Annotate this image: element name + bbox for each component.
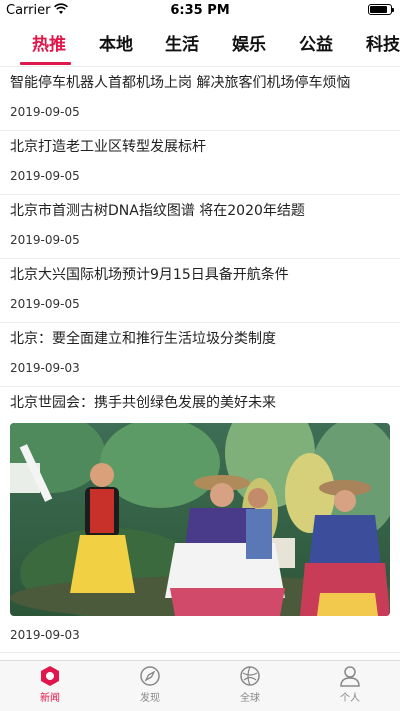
battery-icon: [368, 4, 394, 15]
tab-local[interactable]: 本地: [99, 30, 133, 55]
nav-profile-label: 个人: [340, 693, 360, 704]
status-bar: Carrier 6:35 PM: [0, 0, 400, 20]
nav-discover[interactable]: 发现: [120, 665, 180, 704]
news-icon: [41, 666, 59, 686]
tab-hot[interactable]: 热推: [32, 30, 66, 55]
person-icon: [340, 666, 360, 687]
news-date: 2019-09-03: [10, 628, 80, 642]
nav-news[interactable]: 新闻: [20, 665, 80, 704]
compass-icon: [140, 666, 160, 686]
nav-global[interactable]: 全球: [220, 665, 280, 704]
news-date: 2019-09-05: [10, 105, 80, 119]
category-tabs: 热推 本地 生活 娱乐 公益 科技: [0, 22, 400, 67]
news-title: 北京世园会：携手共创绿色发展的美好未来: [10, 395, 276, 411]
news-title: 北京市首测古树DNA指纹图谱 将在2020年结题: [10, 203, 305, 219]
news-item[interactable]: 北京：要全面建立和推行生活垃圾分类制度 2019-09-03: [0, 323, 400, 387]
nav-discover-label: 发现: [140, 693, 160, 704]
clock: 6:35 PM: [170, 3, 230, 18]
news-list: 智能停车机器人首都机场上岗 解决旅客们机场停车烦恼 2019-09-05 北京打…: [0, 67, 400, 653]
news-item[interactable]: 北京市首测古树DNA指纹图谱 将在2020年结题 2019-09-05: [0, 195, 400, 259]
news-title: 智能停车机器人首都机场上岗 解决旅客们机场停车烦恼: [10, 75, 351, 91]
news-item[interactable]: 北京世园会：携手共创绿色发展的美好未来 2019-09-03: [0, 387, 400, 653]
nav-news-label: 新闻: [40, 693, 60, 704]
news-item[interactable]: 智能停车机器人首都机场上岗 解决旅客们机场停车烦恼 2019-09-05: [0, 67, 400, 131]
tab-indicator: [20, 62, 71, 65]
news-date: 2019-09-05: [10, 297, 80, 311]
bottom-nav: 新闻 发现 全球 个人: [0, 660, 400, 711]
news-item[interactable]: 北京打造老工业区转型发展标杆 2019-09-05: [0, 131, 400, 195]
news-title: 北京：要全面建立和推行生活垃圾分类制度: [10, 331, 276, 347]
globe-icon: [240, 666, 260, 686]
tab-tech[interactable]: 科技: [366, 30, 400, 55]
news-date: 2019-09-05: [10, 233, 80, 247]
news-date: 2019-09-05: [10, 169, 80, 183]
news-title: 北京大兴国际机场预计9月15日具备开航条件: [10, 267, 289, 283]
news-date: 2019-09-03: [10, 361, 80, 375]
nav-global-label: 全球: [240, 693, 260, 704]
nav-profile[interactable]: 个人: [320, 665, 380, 704]
news-title: 北京打造老工业区转型发展标杆: [10, 139, 206, 155]
news-image[interactable]: [10, 423, 390, 616]
news-item[interactable]: 北京大兴国际机场预计9月15日具备开航条件 2019-09-05: [0, 259, 400, 323]
tab-charity[interactable]: 公益: [299, 30, 333, 55]
tab-entertainment[interactable]: 娱乐: [232, 30, 266, 55]
tab-life[interactable]: 生活: [165, 30, 199, 55]
